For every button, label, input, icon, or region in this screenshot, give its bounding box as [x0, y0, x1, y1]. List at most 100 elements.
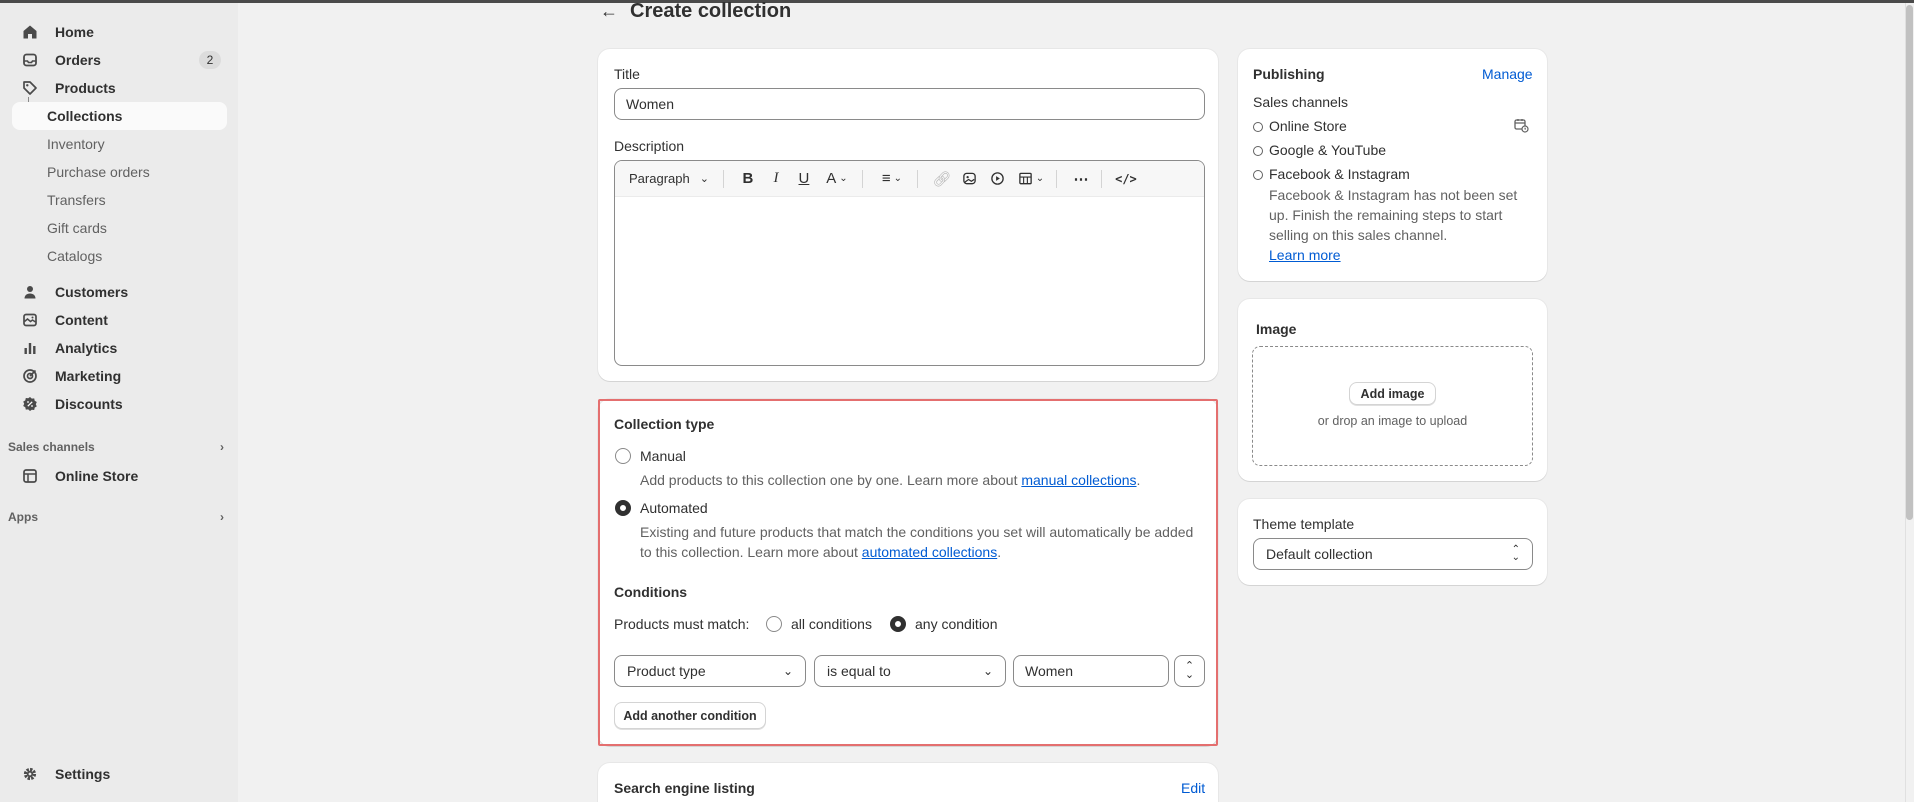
add-image-button[interactable]: Add image	[1349, 382, 1436, 405]
sidebar-item-gift-cards[interactable]: Gift cards	[12, 214, 227, 242]
condition-operator-value: is equal to	[827, 663, 891, 679]
condition-operator-select[interactable]: is equal to ⌄	[814, 655, 1006, 687]
condition-value-stepper[interactable]: ⌃ ⌄	[1174, 655, 1205, 687]
up-down-chevron-icon: ⌃ ⌄	[1184, 660, 1195, 681]
drop-image-hint: or drop an image to upload	[1317, 414, 1468, 428]
sidebar-item-label: Home	[55, 24, 94, 40]
sidebar-item-inventory[interactable]: Inventory	[12, 130, 227, 158]
condition-value-text: Women	[1025, 663, 1073, 679]
text-color-icon[interactable]: A ⌄	[820, 167, 854, 191]
add-another-condition-button[interactable]: Add another condition	[614, 702, 766, 729]
align-icon[interactable]: ≡ ⌄	[875, 167, 909, 191]
theme-template-select[interactable]: Default collection ⌃ ⌄	[1253, 538, 1533, 570]
image-dropzone[interactable]	[1252, 346, 1533, 466]
sidebar-item-customers[interactable]: Customers	[12, 278, 227, 306]
sidebar-section-apps[interactable]: Apps ›	[8, 507, 228, 527]
automated-radio[interactable]	[615, 500, 631, 516]
title-label: Title	[614, 66, 640, 82]
seo-edit-link[interactable]: Edit	[1181, 780, 1205, 796]
description-label: Description	[614, 138, 685, 154]
sidebar-section-label: Apps	[8, 510, 38, 524]
title-input-value: Women	[626, 96, 674, 112]
chevron-right-icon: ›	[220, 510, 224, 524]
sidebar-item-settings[interactable]: Settings	[12, 760, 227, 788]
chevron-down-icon: ⌄	[699, 173, 709, 185]
sidebar-item-catalogs[interactable]: Catalogs	[12, 242, 227, 270]
sidebar-item-label: Marketing	[55, 368, 122, 384]
automated-label: Automated	[640, 500, 708, 516]
toolbar-divider	[722, 169, 724, 188]
collection-type-heading: Collection type	[614, 416, 715, 432]
title-input[interactable]: Women	[614, 88, 1205, 120]
window-top-border	[0, 0, 1914, 3]
sidebar-item-discounts[interactable]: Discounts	[12, 390, 227, 418]
sales-channels-label: Sales channels	[1253, 94, 1348, 110]
sidebar-section-sales-channels[interactable]: Sales channels ›	[8, 437, 228, 457]
condition-field-select[interactable]: Product type ⌄	[614, 655, 806, 687]
gear-icon	[20, 764, 40, 784]
bold-icon[interactable]: B	[736, 167, 760, 191]
sidebar: Home Orders 2 Products Collections Inven…	[0, 3, 238, 802]
automated-help-text: Existing and future products that match …	[640, 522, 1200, 562]
any-condition-radio[interactable]	[890, 616, 906, 632]
sidebar-item-transfers[interactable]: Transfers	[12, 186, 227, 214]
highlight-box	[598, 399, 1218, 746]
manual-radio[interactable]	[615, 448, 631, 464]
all-conditions-radio[interactable]	[766, 616, 782, 632]
sidebar-item-collections[interactable]: Collections	[12, 102, 227, 130]
description-editor[interactable]: Paragraph ⌄ B I U A ⌄ ≡ ⌄ 🔗︎ ⌄ ⋯ </>	[614, 160, 1205, 366]
sidebar-item-purchase-orders[interactable]: Purchase orders	[12, 158, 227, 186]
automated-help-line-2: to this collection. Learn more about	[640, 544, 862, 560]
manual-collections-link[interactable]: manual collections	[1021, 472, 1136, 488]
sidebar-item-content[interactable]: Content	[12, 306, 227, 334]
format-select[interactable]: Paragraph ⌄	[629, 171, 709, 186]
punctuation: .	[997, 544, 1002, 560]
manage-link[interactable]: Manage	[1482, 66, 1533, 82]
manual-help-text: Add products to this collection one by o…	[640, 470, 1140, 490]
must-match-label: Products must match:	[614, 616, 750, 632]
underline-icon[interactable]: U	[792, 167, 816, 191]
sidebar-item-online-store[interactable]: Online Store	[12, 462, 227, 490]
table-icon[interactable]: ⌄	[1014, 167, 1048, 191]
image-insert-icon[interactable]	[958, 167, 982, 191]
sidebar-item-products[interactable]: Products	[12, 74, 227, 102]
calendar-schedule-icon[interactable]	[1513, 117, 1529, 133]
code-view-icon[interactable]: </>	[1114, 167, 1138, 191]
discount-icon	[20, 394, 40, 414]
sidebar-item-home[interactable]: Home	[12, 18, 227, 46]
theme-template-label: Theme template	[1253, 516, 1355, 532]
sidebar-item-label: Analytics	[55, 340, 118, 356]
sidebar-item-label: Orders	[55, 52, 101, 68]
toolbar-divider	[861, 169, 863, 188]
page-title: Create collection	[630, 0, 792, 22]
image-heading: Image	[1256, 321, 1297, 337]
format-select-value: Paragraph	[629, 171, 690, 186]
learn-more-link[interactable]: Learn more	[1269, 247, 1341, 263]
publishing-heading: Publishing	[1253, 66, 1325, 82]
channel-google-youtube: Google & YouTube	[1269, 142, 1387, 158]
automated-collections-link[interactable]: automated collections	[862, 544, 997, 560]
channel-facebook-instagram: Facebook & Instagram	[1269, 166, 1410, 182]
facebook-note-line: Facebook & Instagram has not been set	[1269, 187, 1518, 203]
punctuation: .	[1136, 472, 1141, 488]
person-icon	[20, 282, 40, 302]
video-insert-icon[interactable]	[986, 167, 1010, 191]
link-icon[interactable]: 🔗︎	[930, 167, 954, 191]
channel-status-dot	[1253, 170, 1263, 180]
target-icon	[20, 366, 40, 386]
chevron-down-icon: ⌄	[982, 664, 993, 678]
manual-help-copy: Add products to this collection one by o…	[640, 472, 1022, 488]
all-conditions-label: all conditions	[791, 616, 872, 632]
back-arrow-icon[interactable]: ←	[600, 1, 618, 22]
sidebar-item-marketing[interactable]: Marketing	[12, 362, 227, 390]
orders-count-badge: 2	[199, 51, 221, 69]
condition-value-input[interactable]: Women	[1013, 655, 1169, 687]
page-scrollbar-thumb[interactable]	[1906, 5, 1913, 520]
more-options-icon[interactable]: ⋯	[1069, 167, 1093, 191]
sidebar-item-analytics[interactable]: Analytics	[12, 334, 227, 362]
seo-heading: Search engine listing	[614, 780, 755, 796]
toolbar-divider	[1100, 169, 1102, 188]
italic-icon[interactable]: I	[764, 167, 788, 191]
channel-status-dot	[1253, 146, 1263, 156]
sidebar-item-orders[interactable]: Orders 2	[12, 46, 227, 74]
